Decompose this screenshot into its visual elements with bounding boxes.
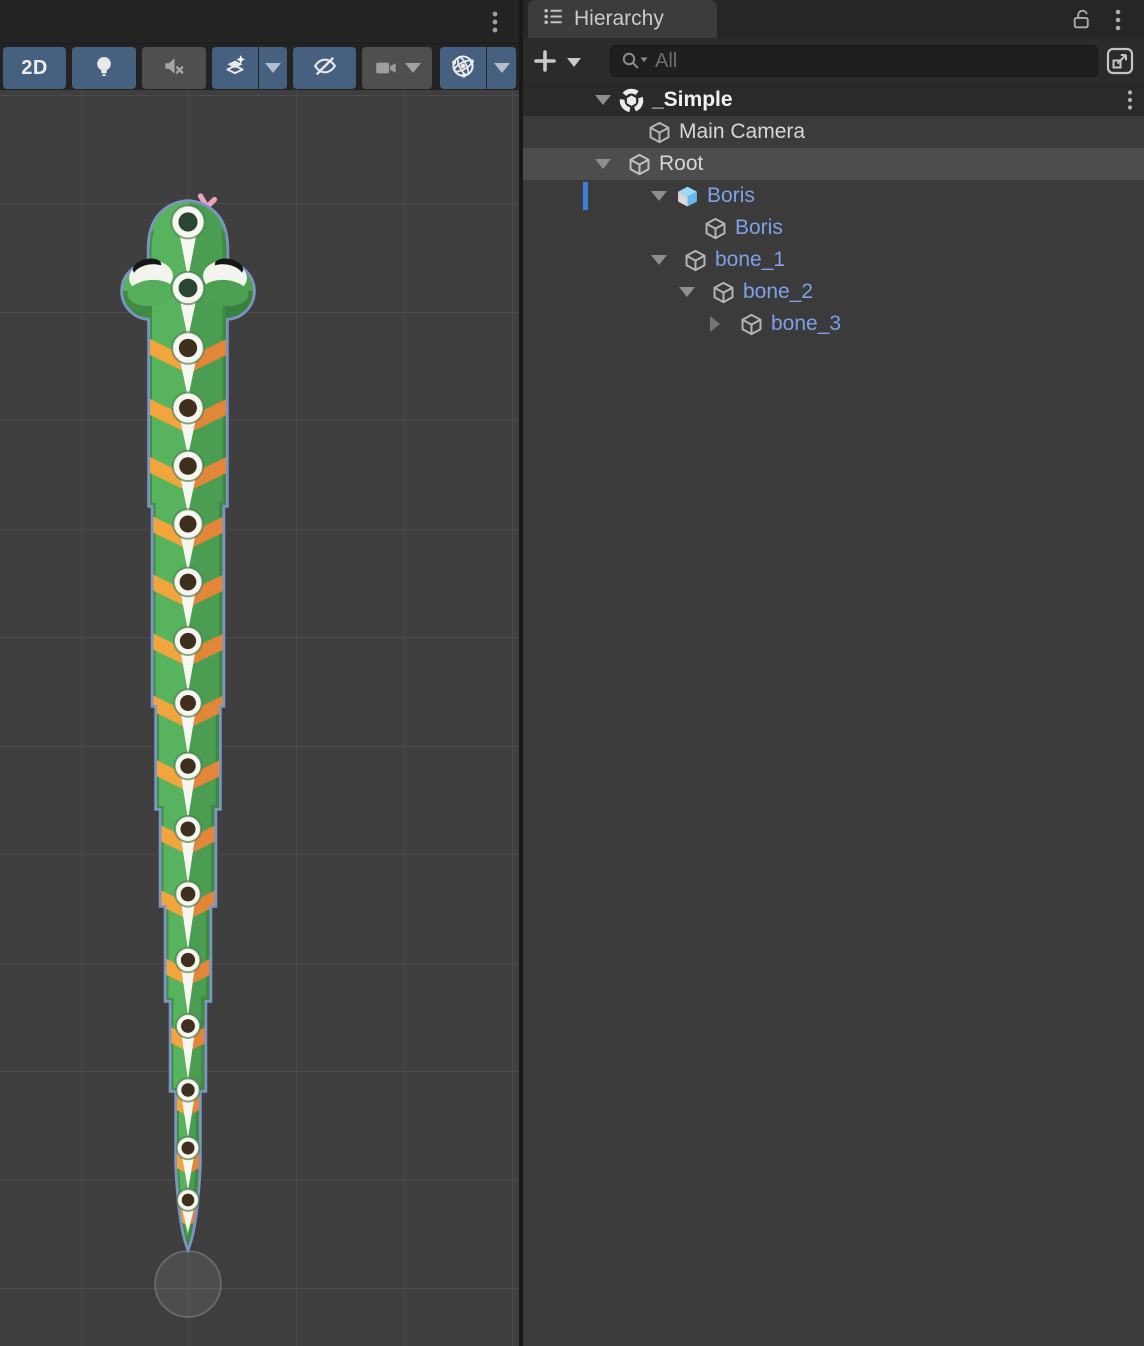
scene-effects-dropdown[interactable] xyxy=(259,47,287,89)
unlocked-padlock-icon[interactable] xyxy=(1069,7,1094,37)
hierarchy-search-box xyxy=(610,45,1098,77)
scene-gizmos-button[interactable] xyxy=(440,47,486,89)
scene-effects-button[interactable] xyxy=(212,47,258,89)
speaker-muted-icon xyxy=(161,53,187,84)
search-icon xyxy=(619,49,653,73)
create-object-button[interactable] xyxy=(529,45,591,77)
scene-menu-kebab-icon[interactable] xyxy=(486,8,504,36)
cube-icon xyxy=(682,248,708,273)
foldout-expanded-icon[interactable] xyxy=(649,188,669,204)
pick-window-icon[interactable] xyxy=(1101,44,1139,78)
scene-overlay-toolbar: 2D xyxy=(0,44,521,90)
boris-snake-object[interactable] xyxy=(110,195,253,1251)
prefab-cube-icon xyxy=(674,184,700,209)
scene-audio-button[interactable] xyxy=(142,47,206,89)
plus-icon xyxy=(536,52,554,70)
foldout-collapsed-icon[interactable] xyxy=(705,316,725,332)
chevron-down-icon xyxy=(567,58,581,67)
tree-row-bone-1[interactable]: bone_1 xyxy=(523,244,1144,276)
scene-viewport[interactable] xyxy=(0,90,521,1346)
lightbulb-icon xyxy=(91,53,117,84)
chevron-down-icon xyxy=(405,63,421,73)
chevron-down-icon xyxy=(494,63,510,73)
cube-icon xyxy=(646,120,672,145)
gizmo-sphere-icon xyxy=(449,52,477,85)
cube-icon xyxy=(710,280,736,305)
scene-view-panel: 2D xyxy=(0,0,521,1346)
2d-toggle-button[interactable]: 2D xyxy=(3,47,66,89)
tree-row-root[interactable]: Root xyxy=(523,148,1144,180)
tree-row-bone-2[interactable]: bone_2 xyxy=(523,276,1144,308)
tree-row-bone-3[interactable]: bone_3 xyxy=(523,308,1144,340)
hierarchy-menu-kebab-icon[interactable] xyxy=(1109,6,1127,39)
foldout-expanded-icon[interactable] xyxy=(593,92,613,108)
scene-lighting-button[interactable] xyxy=(72,47,136,89)
scene-view-header xyxy=(0,0,521,44)
root-bone-handle[interactable] xyxy=(155,1251,221,1317)
hierarchy-toolbar xyxy=(523,38,1144,84)
scene-visibility-button[interactable] xyxy=(293,47,356,89)
video-camera-icon xyxy=(373,55,421,81)
layers-sparkle-icon xyxy=(222,53,248,84)
scene-canvas xyxy=(0,90,521,1346)
cube-icon xyxy=(702,216,728,241)
cube-icon xyxy=(626,152,652,177)
hierarchy-tree: _Simple Main Camera xyxy=(523,84,1144,1346)
2d-label: 2D xyxy=(21,57,48,80)
scene-row-kebab-icon[interactable] xyxy=(1122,88,1138,117)
hierarchy-list-icon xyxy=(542,5,565,33)
tree-row-scene-_simple[interactable]: _Simple xyxy=(523,84,1144,116)
hierarchy-tab-title: Hierarchy xyxy=(574,7,664,31)
unity-scene-icon xyxy=(618,87,645,114)
cube-icon xyxy=(738,312,764,337)
scene-gizmos-dropdown[interactable] xyxy=(487,47,516,89)
hierarchy-search-input[interactable] xyxy=(653,49,1089,74)
chevron-down-icon xyxy=(265,63,281,73)
tree-row-boris-prefab[interactable]: Boris xyxy=(523,180,1144,212)
hierarchy-tab-bar: Hierarchy xyxy=(523,0,1144,38)
tree-row-boris-child[interactable]: Boris xyxy=(523,212,1144,244)
prefab-selection-bar xyxy=(583,182,588,210)
unity-editor-window: 2D xyxy=(0,0,1144,1346)
eye-slash-icon xyxy=(311,52,339,85)
scene-grid xyxy=(0,90,521,1346)
tab-hierarchy[interactable]: Hierarchy xyxy=(528,0,717,38)
scene-camera-button[interactable] xyxy=(362,47,432,89)
hierarchy-panel: Hierarchy xyxy=(523,0,1144,1346)
foldout-expanded-icon[interactable] xyxy=(649,252,669,268)
tree-row-main-camera[interactable]: Main Camera xyxy=(523,116,1144,148)
foldout-expanded-icon[interactable] xyxy=(677,284,697,300)
foldout-expanded-icon[interactable] xyxy=(593,156,613,172)
